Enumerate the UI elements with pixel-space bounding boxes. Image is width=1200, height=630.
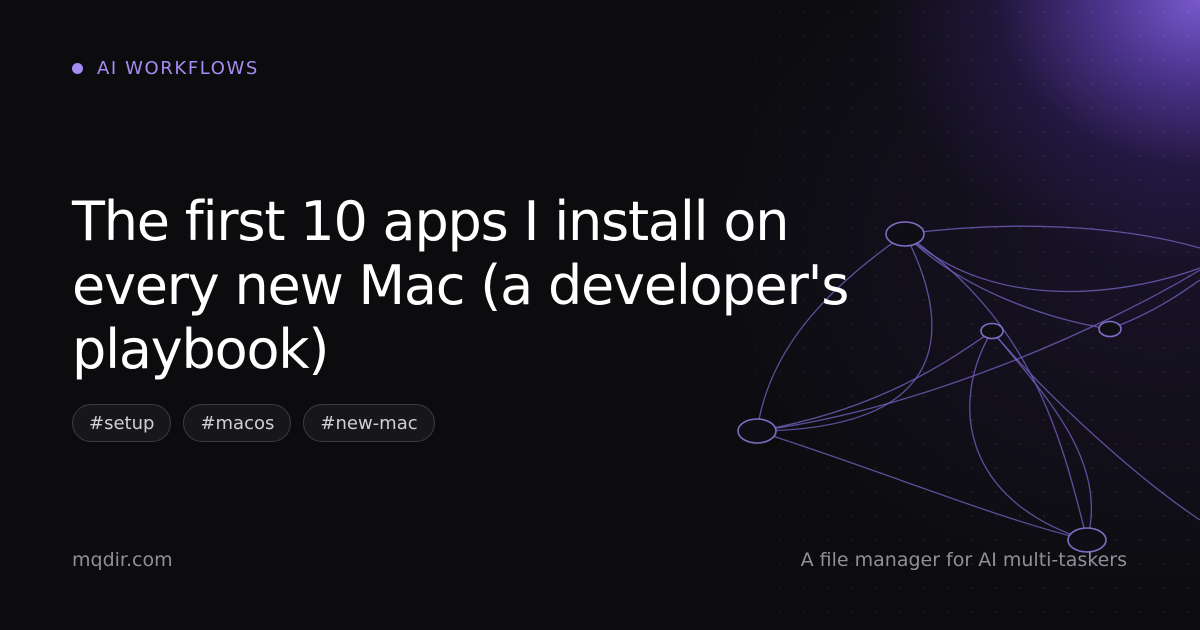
network-node [737, 418, 777, 444]
network-edge [756, 430, 1088, 541]
tag-new-mac[interactable]: #new-mac [303, 404, 435, 442]
network-node [1098, 320, 1122, 338]
category-dot-icon [72, 63, 83, 74]
network-node [980, 322, 1004, 340]
network-edge [969, 330, 1088, 541]
social-card: AI WORKFLOWS The first 10 apps I install… [0, 0, 1200, 630]
network-edge [904, 233, 1200, 293]
tag-setup[interactable]: #setup [72, 404, 172, 442]
network-edge [991, 330, 1093, 541]
network-edge [904, 225, 1200, 249]
category-badge: AI WORKFLOWS [72, 58, 259, 79]
category-label: AI WORKFLOWS [97, 58, 259, 79]
site-domain: mqdir.com [72, 549, 173, 571]
tag-list: #setup #macos #new-mac [72, 404, 435, 442]
article-title: The first 10 apps I install on every new… [72, 190, 849, 381]
tag-macos[interactable]: #macos [183, 404, 292, 442]
site-tagline: A file manager for AI multi-taskers [800, 549, 1127, 571]
